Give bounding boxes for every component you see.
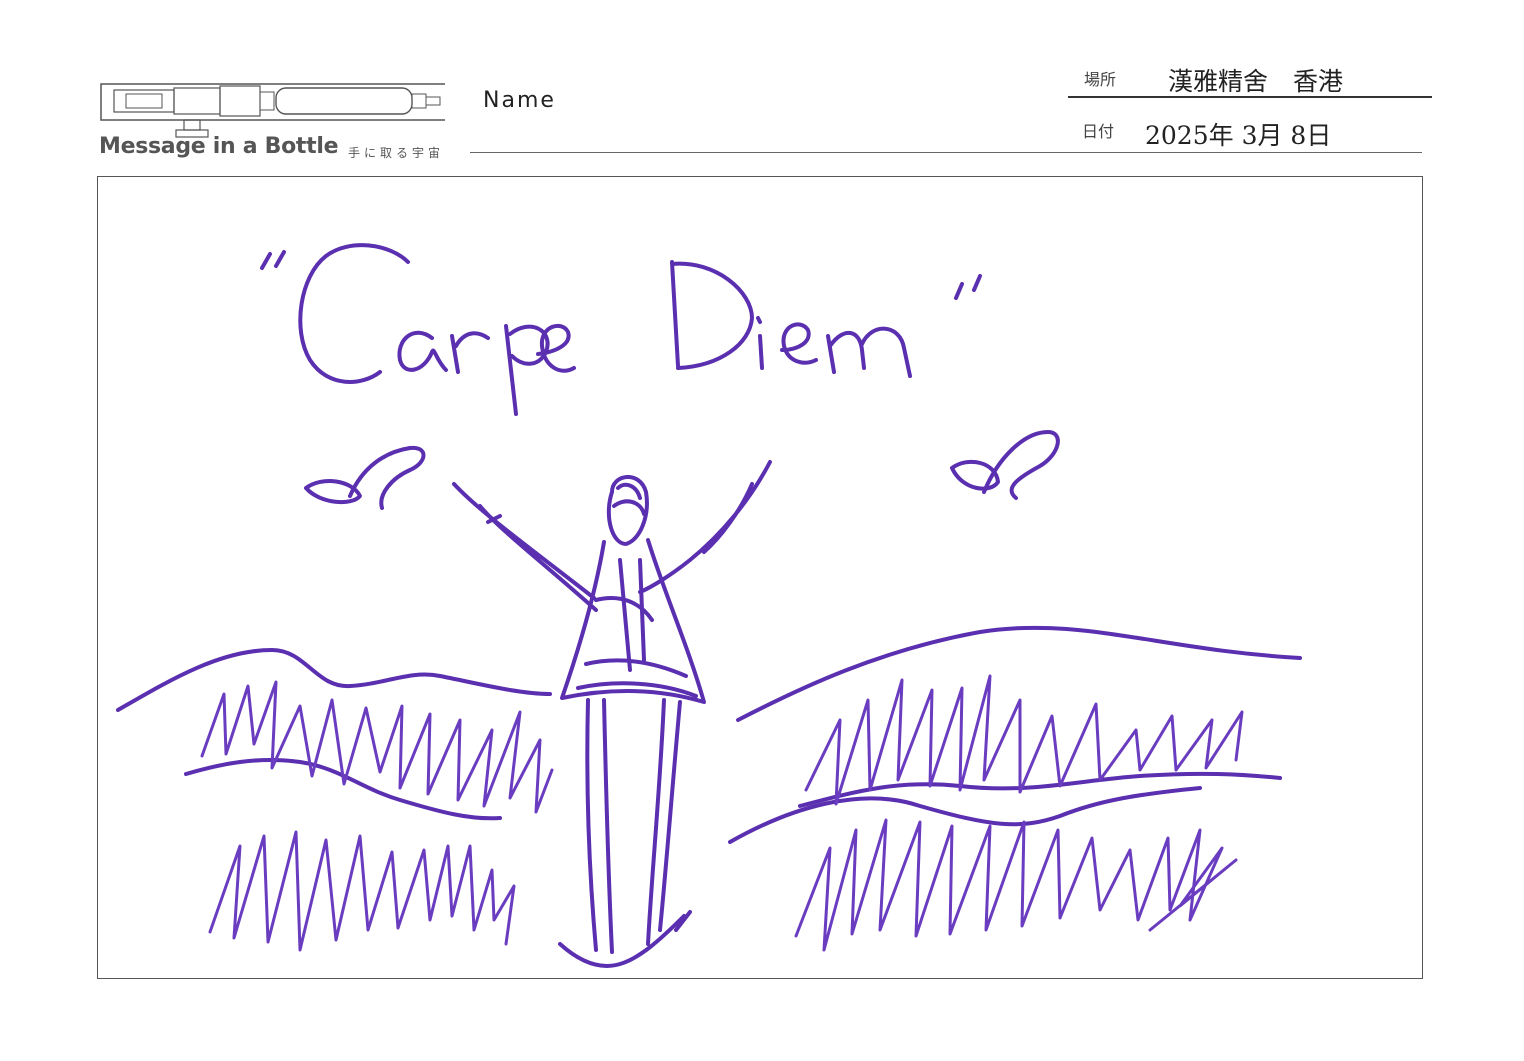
hills-doodle — [116, 625, 1302, 844]
handwritten-message-lettering — [260, 243, 982, 416]
right-bird-doodle — [950, 430, 1060, 500]
person-figure-doodle — [452, 460, 772, 968]
left-bird-doodle — [304, 445, 426, 510]
grass-doodle — [200, 674, 1244, 952]
handwritten-drawing — [116, 243, 1302, 968]
